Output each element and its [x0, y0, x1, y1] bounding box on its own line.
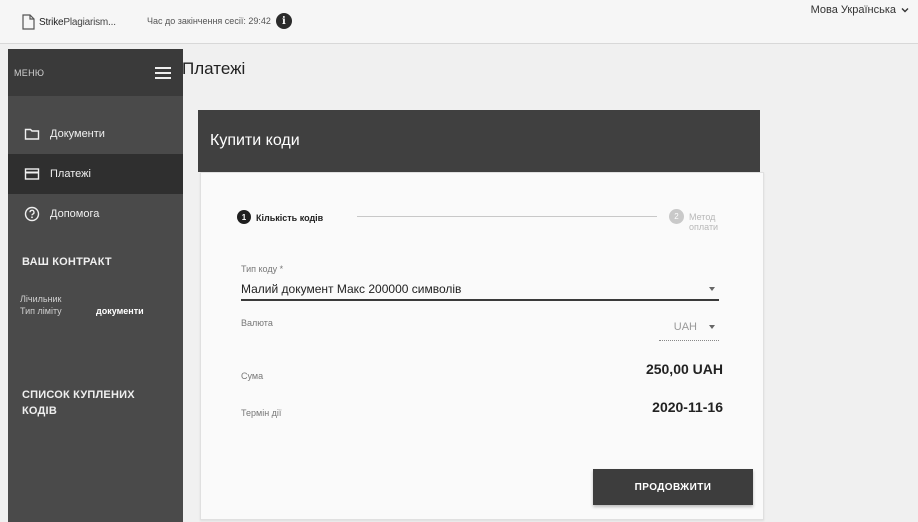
code-type-select[interactable]: Малий документ Макс 200000 символів [241, 279, 719, 301]
sidebar-item-payments[interactable]: Платежі [8, 154, 183, 194]
buy-codes-card: 1 Кількість кодів 2 Метод оплати Тип код… [200, 172, 764, 520]
sidebar-item-documents[interactable]: Документи [8, 114, 183, 154]
sidebar-item-help[interactable]: Допомога [8, 194, 183, 234]
hamburger-menu-icon[interactable] [155, 66, 171, 79]
validity-term-value: 2020-11-16 [652, 399, 723, 415]
step-connector [357, 216, 657, 217]
code-type-value: Малий документ Макс 200000 символів [241, 282, 462, 296]
sum-value: 250,00 UAH [645, 361, 723, 377]
logo-mark-icon [22, 14, 35, 30]
session-timer-text: Час до закінчення сесії: 29:42 [147, 16, 271, 26]
contract-counter-label: Лічильник [20, 294, 62, 304]
logo-text: StrikePlagiarism... [39, 16, 116, 28]
currency-value: UAH [673, 320, 697, 333]
dropdown-caret-icon [709, 324, 715, 329]
menu-header: МЕНЮ [8, 49, 183, 96]
contract-details: Лічильник Тип ліміту документи [8, 293, 183, 317]
page-title: Платежі [182, 59, 246, 78]
step-1-label: Кількість кодів [256, 213, 324, 223]
sidebar: МЕНЮ Документи Платежі Допомога ВАШ КОНТ… [8, 49, 183, 522]
card-icon [24, 168, 40, 180]
purchased-codes-title[interactable]: СПИСОК КУПЛЕНИХ КОДІВ [8, 387, 148, 419]
sidebar-item-label: Допомога [50, 208, 100, 220]
dropdown-caret-icon [709, 287, 715, 291]
currency-label: Валюта [241, 318, 273, 328]
sidebar-item-label: Платежі [50, 168, 91, 180]
sum-label: Сума [241, 371, 264, 381]
contract-title: ВАШ КОНТРАКТ [22, 256, 112, 268]
code-type-label: Тип коду * [241, 264, 284, 274]
menu-label: МЕНЮ [14, 67, 45, 78]
step-2-label: Метод оплати [689, 212, 719, 232]
card-header: Купити коди [198, 110, 760, 172]
card-title: Купити коди [210, 132, 300, 149]
step-2-number: 2 [669, 209, 684, 224]
help-icon [24, 206, 40, 222]
language-label: Мова Українська [810, 4, 896, 16]
session-timer: Час до закінчення сесії: 29:42 i [147, 13, 292, 29]
folder-icon [24, 128, 40, 140]
chevron-down-icon [901, 8, 909, 13]
info-icon[interactable]: i [275, 13, 292, 29]
validity-term-label: Термін дії [241, 408, 282, 418]
currency-select[interactable]: UAH [659, 313, 719, 341]
continue-button[interactable]: ПРОДОВЖИТИ [593, 469, 753, 505]
stepper: 1 Кількість кодів 2 Метод оплати [237, 207, 723, 232]
language-selector[interactable]: Мова Українська [811, 4, 910, 16]
app-logo[interactable]: StrikePlagiarism... [20, 12, 116, 32]
step-1-number: 1 [237, 210, 251, 224]
contract-limit-type-value: документи [96, 306, 144, 316]
top-bar: StrikePlagiarism... Час до закінчення се… [0, 0, 918, 44]
sidebar-item-label: Документи [50, 128, 105, 140]
